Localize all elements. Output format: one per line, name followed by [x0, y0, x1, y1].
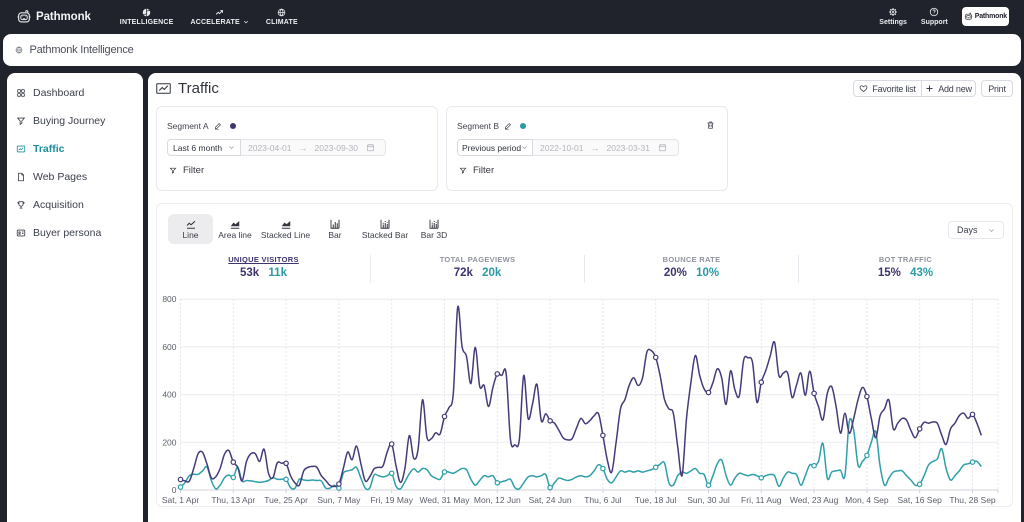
svg-text:Sat, 1 Apr: Sat, 1 Apr [162, 495, 199, 505]
svg-text:Sun, 7 May: Sun, 7 May [317, 495, 361, 505]
svg-text:Mon, 12 Jun: Mon, 12 Jun [474, 495, 521, 505]
svg-text:Thu, 6 Jul: Thu, 6 Jul [584, 495, 621, 505]
svg-text:600: 600 [162, 342, 176, 352]
svg-text:Wed, 23 Aug: Wed, 23 Aug [790, 495, 839, 505]
svg-text:Fri, 19 May: Fri, 19 May [370, 495, 413, 505]
svg-text:Wed, 31 May: Wed, 31 May [420, 495, 471, 505]
svg-text:Sat, 16 Sep: Sat, 16 Sep [897, 495, 942, 505]
svg-text:0: 0 [172, 485, 177, 495]
svg-text:Fri, 11 Aug: Fri, 11 Aug [741, 495, 782, 505]
svg-text:Sat, 24 Jun: Sat, 24 Jun [529, 495, 572, 505]
svg-text:400: 400 [162, 390, 176, 400]
svg-text:Tue, 18 Jul: Tue, 18 Jul [635, 495, 677, 505]
svg-text:Sun, 30 Jul: Sun, 30 Jul [687, 495, 730, 505]
svg-text:200: 200 [162, 437, 176, 447]
svg-text:Mon, 4 Sep: Mon, 4 Sep [845, 495, 889, 505]
svg-text:Tue, 25 Apr: Tue, 25 Apr [264, 495, 308, 505]
svg-text:Thu, 28 Sep: Thu, 28 Sep [949, 495, 996, 505]
svg-text:Thu, 13 Apr: Thu, 13 Apr [211, 495, 255, 505]
svg-text:800: 800 [162, 294, 176, 304]
